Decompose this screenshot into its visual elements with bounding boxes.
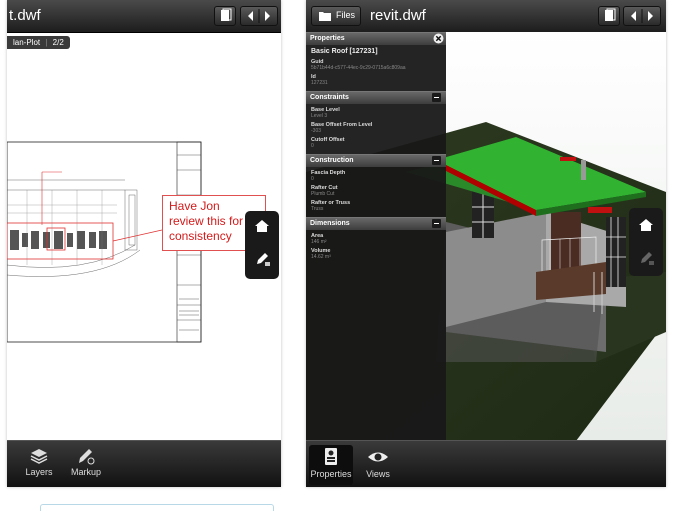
- left-floating-toolbar: [245, 211, 279, 279]
- properties-panel: Properties Basic Roof [127231] Guid 5b71…: [306, 32, 446, 441]
- collapse-icon[interactable]: [432, 219, 441, 228]
- field-value: 14.62 m³: [311, 254, 331, 260]
- views-tab-label: Views: [366, 469, 390, 479]
- field-value: 0: [311, 143, 314, 149]
- right-document-title: revit.dwf: [370, 7, 426, 24]
- right-nav-buttons: [623, 6, 661, 26]
- field-value: 127231: [311, 80, 328, 86]
- right-device-screen: Files revit.dwf Properties Basic Roof [1…: [306, 0, 666, 487]
- field-value: 146 m²: [311, 239, 327, 245]
- field-value: 5b71b44d-c577-44ec-9c29-0715a6c809aa: [311, 65, 406, 71]
- markup-icon: [79, 449, 95, 465]
- properties-panel-header: Properties: [306, 32, 446, 45]
- markup-pen-icon[interactable]: [638, 250, 655, 266]
- right-pages-button[interactable]: [598, 6, 620, 26]
- sheet-index: 2/2: [52, 38, 64, 47]
- left-top-bar: t.dwf: [7, 0, 281, 33]
- field-value: Truss: [311, 206, 324, 212]
- markup-pen-icon[interactable]: [254, 251, 271, 267]
- left-device-screen: t.dwf lan-Plot | 2/2 Have Jon review thi…: [7, 0, 281, 487]
- sheet-tab[interactable]: lan-Plot | 2/2: [7, 36, 70, 49]
- markup-tab[interactable]: Markup: [64, 445, 108, 485]
- left-document-title: t.dwf: [9, 7, 41, 24]
- properties-panel-title: Properties: [310, 35, 345, 42]
- pages-icon: [221, 8, 232, 21]
- section-title: Dimensions: [310, 220, 350, 227]
- left-bottom-bar: Layers Markup: [7, 440, 281, 487]
- pages-icon: [605, 8, 616, 21]
- field-value: 0: [311, 176, 314, 182]
- files-button[interactable]: Files: [311, 6, 361, 26]
- field-value: -303: [311, 128, 322, 134]
- element-name: Basic Roof [127231]: [311, 48, 378, 55]
- prev-next-arrows-icon[interactable]: [241, 7, 277, 25]
- properties-tab-label: Properties: [310, 469, 352, 479]
- folder-icon: [319, 12, 331, 21]
- section-title: Construction: [310, 157, 354, 164]
- properties-tab[interactable]: Properties: [309, 445, 353, 485]
- field-value: Level 3: [311, 113, 328, 119]
- right-floating-toolbar: [629, 208, 663, 276]
- collapse-icon[interactable]: [432, 156, 441, 165]
- field-value: Plumb Cut: [311, 191, 335, 197]
- eye-icon: [368, 452, 388, 462]
- collapse-icon[interactable]: [432, 93, 441, 102]
- left-pages-button[interactable]: [214, 6, 236, 26]
- section-header-constraints[interactable]: Constraints: [306, 91, 446, 104]
- layers-icon: [30, 449, 48, 464]
- right-top-bar: Files revit.dwf: [306, 0, 666, 33]
- section-title: Constraints: [310, 94, 349, 101]
- section-header-dimensions[interactable]: Dimensions: [306, 217, 446, 230]
- prev-next-arrows-icon[interactable]: [624, 7, 660, 25]
- left-nav-buttons: [240, 6, 278, 26]
- properties-icon: [325, 448, 337, 465]
- close-icon[interactable]: [433, 33, 444, 44]
- home-icon[interactable]: [254, 219, 270, 233]
- layers-tab-label: Layers: [25, 467, 53, 477]
- files-button-label: Files: [336, 10, 356, 20]
- home-icon[interactable]: [638, 218, 654, 232]
- markup-tab-label: Markup: [70, 467, 101, 477]
- sheet-name: lan-Plot: [13, 38, 41, 47]
- right-bottom-bar: Properties Views: [306, 440, 666, 487]
- section-header-construction[interactable]: Construction: [306, 154, 446, 167]
- views-tab[interactable]: Views: [356, 445, 400, 485]
- layers-tab[interactable]: Layers: [17, 445, 61, 485]
